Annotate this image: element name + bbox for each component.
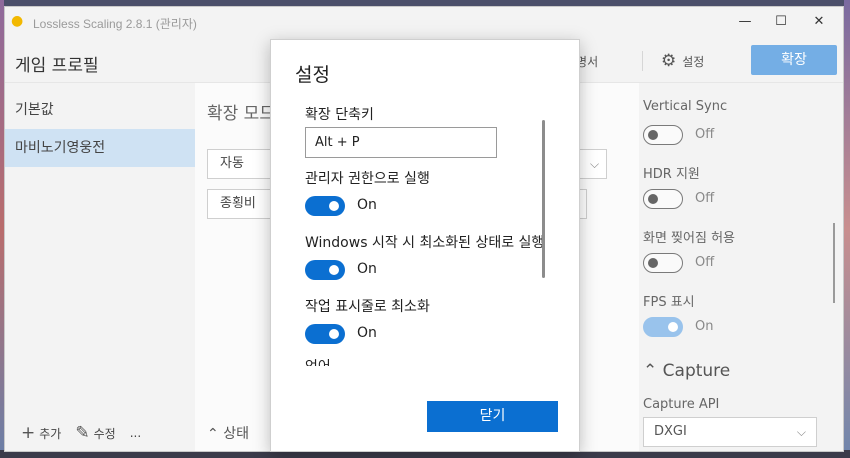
page-title: 게임 프로필 (15, 56, 99, 76)
admin-toggle[interactable] (305, 196, 345, 216)
add-profile-button[interactable]: + 추가 (21, 423, 61, 443)
tearing-state: Off (695, 255, 715, 270)
capture-api-value: DXGI (654, 424, 687, 439)
title-bar[interactable]: ● Lossless Scaling 2.8.1 (관리자) — ☐ ✕ (5, 7, 843, 37)
duck-logo-icon: ● (11, 13, 24, 29)
admin-label: 관리자 권한으로 실행 (305, 171, 430, 187)
language-label: 언어 (305, 356, 331, 366)
tray-label: 작업 표시줄로 최소화 (305, 299, 430, 315)
close-window-button[interactable]: ✕ (805, 11, 833, 33)
admin-state: On (357, 197, 377, 213)
settings-label: 설정 (682, 54, 705, 69)
capture-heading: Capture (662, 361, 731, 381)
capture-section-toggle[interactable]: ⌃ Capture (643, 361, 730, 381)
capture-api-select[interactable]: DXGI ⌵ (643, 417, 817, 447)
tray-state: On (357, 325, 377, 341)
status-section-toggle[interactable]: ⌃ 상태 (207, 423, 249, 443)
startup-state: On (357, 261, 377, 277)
vsync-label: Vertical Sync (643, 99, 728, 114)
status-label: 상태 (223, 426, 249, 442)
dialog-title: 설정 (295, 64, 330, 86)
chevron-down-icon: ⌵ (796, 425, 806, 439)
plus-icon: + (21, 423, 36, 443)
scale-mode-heading: 확장 모드 (207, 104, 275, 124)
profile-sidebar: 기본값 마비노기영웅전 + 추가 ✎ 수정 ... (5, 83, 195, 451)
scrollbar[interactable] (833, 223, 835, 303)
tray-toggle[interactable] (305, 324, 345, 344)
hotkey-label: 확장 단축키 (305, 107, 374, 123)
dialog-scrollbar[interactable] (542, 120, 545, 278)
settings-dialog: 설정 확장 단축키 Alt + P 관리자 권한으로 실행 On Windows… (270, 39, 580, 452)
vsync-state: Off (695, 127, 715, 142)
hdr-state: Off (695, 191, 715, 206)
window-title: Lossless Scaling 2.8.1 (관리자) (33, 17, 197, 31)
gear-icon: ⚙ (661, 51, 677, 71)
close-dialog-button[interactable]: 닫기 (427, 401, 558, 432)
vsync-toggle[interactable] (643, 125, 683, 145)
sidebar-item-mabinogi-heroes[interactable]: 마비노기영웅전 (5, 129, 195, 167)
hdr-toggle[interactable] (643, 189, 683, 209)
startup-toggle[interactable] (305, 260, 345, 280)
header-divider (642, 51, 643, 71)
tearing-toggle[interactable] (643, 253, 683, 273)
dialog-scroll-area: 확장 단축키 Alt + P 관리자 권한으로 실행 On Windows 시작… (271, 100, 551, 366)
chevron-down-icon[interactable]: ⌵ (583, 149, 607, 179)
fps-state: On (695, 319, 714, 334)
fps-label: FPS 표시 (643, 295, 695, 310)
add-label: 추가 (39, 427, 62, 441)
sidebar-actions: + 추가 ✎ 수정 ... (5, 413, 195, 451)
more-button[interactable]: ... (130, 426, 141, 440)
fps-toggle[interactable] (643, 317, 683, 337)
edit-profile-button[interactable]: ✎ 수정 (75, 423, 115, 443)
maximize-button[interactable]: ☐ (767, 11, 795, 33)
sidebar-item-default[interactable]: 기본값 (5, 91, 195, 129)
minimize-button[interactable]: — (731, 11, 759, 33)
desktop-background-right (844, 0, 850, 458)
scale-button[interactable]: 확장 (751, 45, 837, 75)
settings-button[interactable]: ⚙ 설정 (661, 51, 704, 71)
pencil-icon: ✎ (75, 423, 90, 443)
hotkey-input[interactable]: Alt + P (305, 127, 497, 158)
capture-api-label: Capture API (643, 397, 720, 412)
right-options-panel: Vertical Sync Off HDR 지원 Off 화면 찢어짐 허용 O… (639, 83, 843, 451)
startup-label: Windows 시작 시 최소화된 상태로 실행 (305, 235, 545, 251)
tearing-label: 화면 찢어짐 허용 (643, 231, 735, 246)
edit-label: 수정 (93, 427, 116, 441)
hdr-label: HDR 지원 (643, 167, 700, 182)
